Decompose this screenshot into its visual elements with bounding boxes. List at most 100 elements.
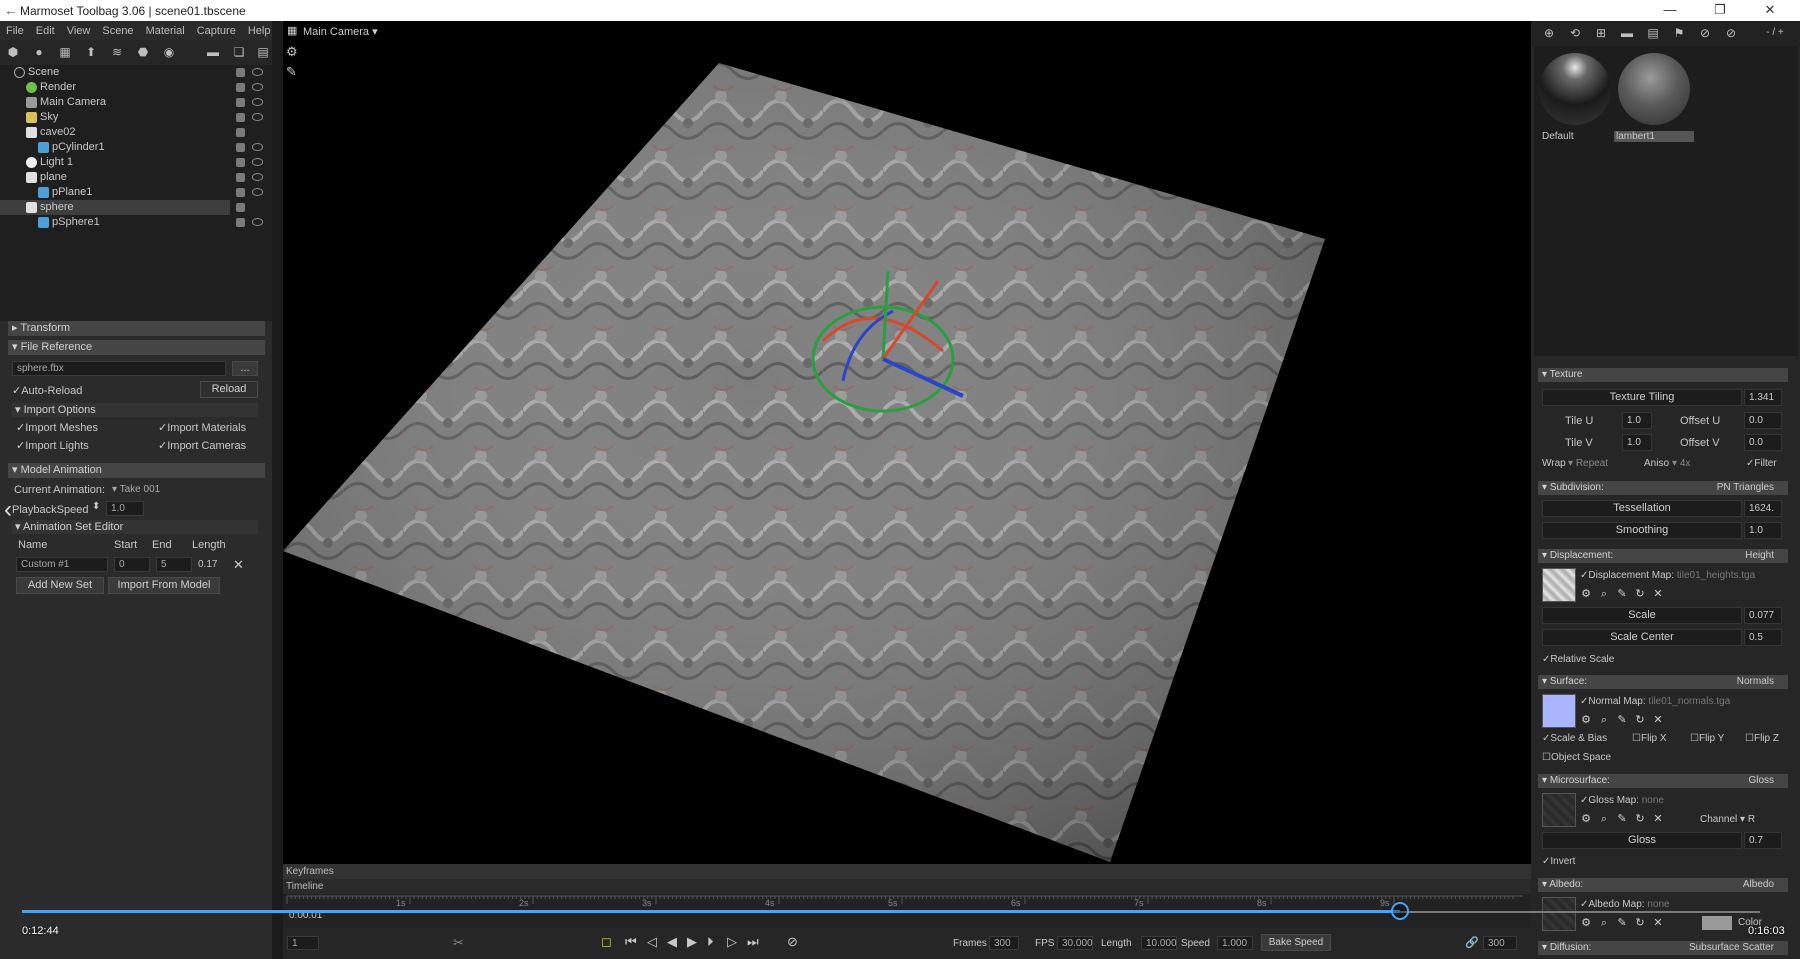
frames-field[interactable]: 300 [989,936,1019,950]
flip-y-checkbox[interactable]: ☐Flip Y [1690,733,1724,744]
menu-view[interactable]: View [61,25,97,37]
zoom-control[interactable]: - / + [1755,26,1795,40]
spinner-icon[interactable]: ⬍ [92,501,100,512]
material-grid-icon[interactable]: ⊞ [1593,26,1609,40]
default-material-swatch[interactable] [1539,53,1611,125]
albedo-map-thumbnail[interactable] [1542,897,1576,931]
offset-v-field[interactable]: 0.0 [1744,434,1782,451]
frame-field[interactable]: 1 [287,936,319,950]
import-options-section[interactable]: ▾ Import Options [12,403,258,417]
transform-section[interactable]: ▸ Transform [8,321,265,336]
lock-icon[interactable] [236,218,245,227]
chevron-left-icon[interactable]: ‹ [4,496,12,524]
menu-edit[interactable]: Edit [30,25,61,37]
menu-file[interactable]: File [0,25,30,37]
duplicate-icon[interactable]: ❏ [231,45,247,59]
scale-center-slider[interactable]: Scale Center [1542,629,1742,646]
play-icon[interactable]: ▶ [687,934,697,950]
normal-map-thumbnail[interactable] [1542,694,1576,728]
eye-icon[interactable] [252,173,263,181]
lock-icon[interactable] [236,113,245,122]
skip-start-icon[interactable]: ⏮ [625,934,637,950]
end-frame-field[interactable]: 300 [1483,936,1517,950]
add-fog-icon[interactable]: ≋ [109,45,125,59]
remove-set-icon[interactable]: ✕ [233,557,244,573]
lock-icon[interactable] [236,83,245,92]
gloss-map-thumbnail[interactable] [1542,793,1576,827]
search-icon[interactable]: ⌕ [1598,813,1610,825]
gear-icon[interactable]: ⚙ [1580,588,1592,600]
add-shadow-catcher-icon[interactable]: ⬆ [83,45,99,59]
tile-u-field[interactable]: 1.0 [1622,412,1652,429]
model-animation-section[interactable]: ▾ Model Animation [8,463,265,478]
eye-icon[interactable] [252,188,263,196]
keyframes-header[interactable]: Keyframes [283,864,1531,879]
displacement-scale-slider[interactable]: Scale [1542,607,1742,624]
refresh-icon[interactable]: ↻ [1634,714,1646,726]
displacement-section[interactable]: ▾ Displacement: Height [1538,549,1788,563]
search-icon[interactable]: ⌕ [1598,588,1610,600]
microsurface-mode[interactable]: Gloss [1748,774,1774,788]
add-new-set-button[interactable]: Add New Set [16,577,104,594]
record-icon[interactable]: ⊘ [787,934,798,950]
menu-material[interactable]: Material [140,25,191,37]
refresh-icon[interactable]: ↻ [1634,813,1646,825]
menu-capture[interactable]: Capture [191,25,242,37]
timeline-header[interactable]: Timeline [283,879,1531,894]
tree-item-scene[interactable]: Scene [0,65,270,80]
tree-item-pcylinder1[interactable]: pCylinder1 [0,140,270,155]
add-turntable-icon[interactable]: ⬣ [135,45,151,59]
close-icon[interactable]: ✕ [1750,2,1790,18]
tree-item-main-camera[interactable]: Main Camera [0,95,270,110]
flip-x-checkbox[interactable]: ☐Flip X [1632,733,1667,744]
current-animation-dropdown[interactable]: ▾ Take 001 [112,484,160,495]
import-from-model-button[interactable]: Import From Model [108,577,220,594]
file-name-field[interactable]: sphere.fbx [12,361,226,376]
lock-icon[interactable] [236,158,245,167]
assign-material-icon[interactable]: ⚑ [1671,26,1687,40]
lock-icon[interactable] [236,188,245,197]
import-materials-checkbox[interactable]: ✓Import Materials [158,421,246,434]
relative-scale-checkbox[interactable]: ✓Relative Scale [1542,654,1614,665]
set-end-field[interactable]: 5 [156,557,192,572]
playback-speed-field[interactable]: 1.0 [106,501,144,516]
import-lights-checkbox[interactable]: ✓Import Lights [16,439,89,452]
displacement-mode[interactable]: Height [1745,549,1774,563]
tree-item-psphere1[interactable]: pSphere1 [0,215,270,230]
gear-icon[interactable]: ⚙ [1580,714,1592,726]
surface-mode[interactable]: Normals [1737,675,1774,689]
smoothing-value[interactable]: 1.0 [1744,522,1782,539]
diffusion-mode[interactable]: Subsurface Scatter [1689,941,1774,955]
texture-section[interactable]: ▾ Texture [1538,368,1788,382]
auto-reload-checkbox[interactable]: ✓Auto-Reload [12,384,82,397]
albedo-mode[interactable]: Albedo [1743,878,1774,892]
fps-field[interactable]: 30.000 [1057,936,1093,950]
tessellation-value[interactable]: 1624. [1744,500,1782,517]
tree-item-pplane1[interactable]: pPlane1 [0,185,270,200]
scale-center-value[interactable]: 0.5 [1744,629,1782,646]
browse-button[interactable]: ... [232,361,258,376]
channel-dropdown[interactable]: Channel ▾ R [1700,814,1755,825]
brush-icon[interactable]: ✎ [286,64,297,80]
eye-icon[interactable] [252,68,263,76]
tree-item-sphere[interactable]: sphere [0,200,245,215]
import-meshes-checkbox[interactable]: ✓Import Meshes [16,421,98,434]
invert-checkbox[interactable]: ✓Invert [1542,856,1575,867]
skip-end-icon[interactable]: ⏭ [747,934,759,950]
search-icon[interactable]: ⌕ [1598,917,1610,929]
speed-field[interactable]: 1.000 [1217,936,1253,950]
restore-icon[interactable]: ❐ [1700,2,1740,18]
back-arrow-icon[interactable]: ← [4,2,18,18]
albedo-color-swatch[interactable] [1702,916,1732,930]
surface-section[interactable]: ▾ Surface: Normals [1538,675,1788,689]
refresh-icon[interactable]: ↻ [1634,917,1646,929]
duplicate-material-icon[interactable]: ⟲ [1567,26,1583,40]
edit-icon[interactable]: ✎ [1616,714,1628,726]
camera-selector[interactable]: Main Camera ▾ [303,25,378,38]
search-icon[interactable]: ⌕ [1598,714,1610,726]
link-icon[interactable]: 🔗 [1465,936,1479,949]
texture-tiling-slider[interactable]: Texture Tiling [1542,389,1742,406]
tree-item-light-1[interactable]: Light 1 [0,155,270,170]
flip-z-checkbox[interactable]: ☐Flip Z [1745,733,1779,744]
delete-material-icon[interactable]: ▤ [1645,26,1661,40]
